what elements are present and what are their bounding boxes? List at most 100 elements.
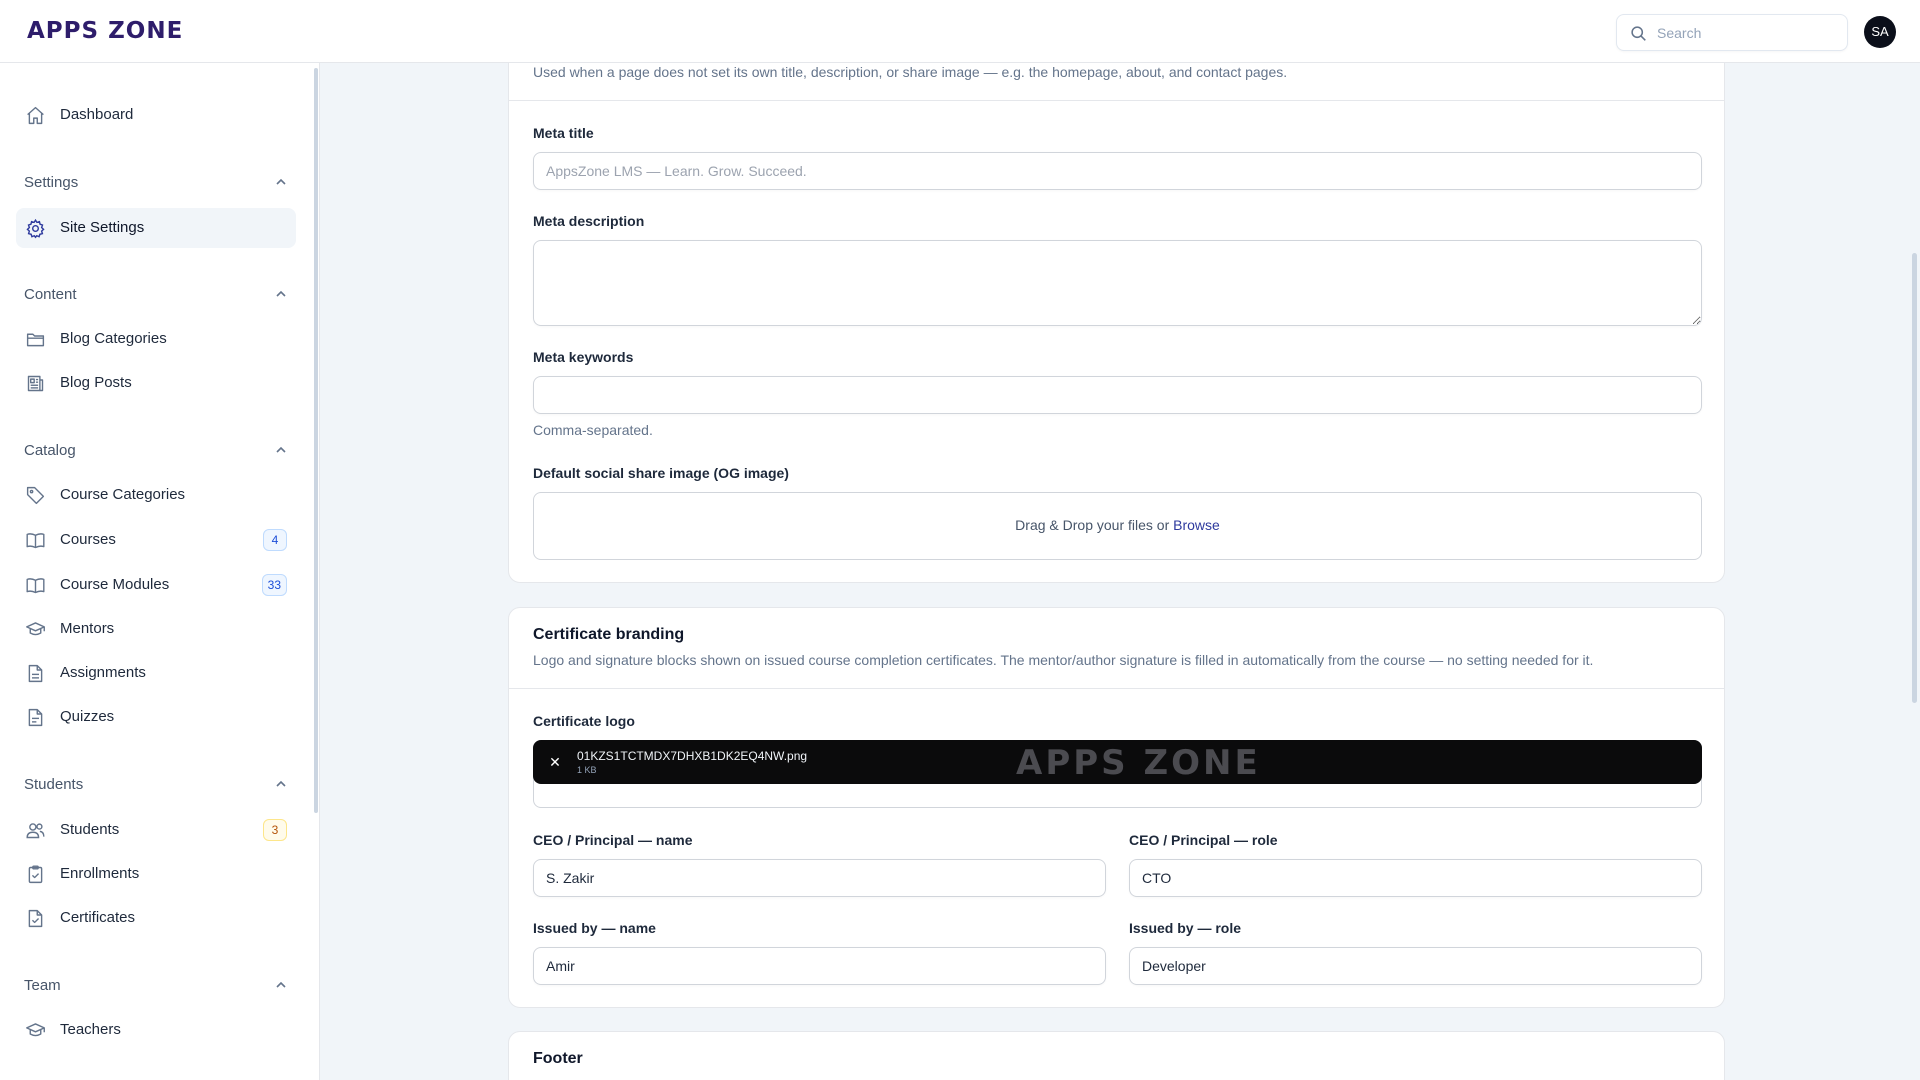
sidebar-item-label: Assignments — [60, 664, 146, 681]
group-header-students[interactable]: Students — [24, 772, 288, 796]
group-header-catalog[interactable]: Catalog — [24, 438, 288, 462]
document-check-icon — [28, 909, 43, 928]
sidebar-item-label: Quizzes — [60, 708, 115, 725]
og-image-dropzone[interactable]: Drag & Drop your files or Browse — [533, 492, 1702, 560]
ceo-name-label: CEO / Principal — name — [533, 832, 693, 848]
count-badge: 3 — [263, 819, 287, 841]
search-input[interactable] — [1657, 15, 1842, 50]
sidebar-item-dashboard[interactable]: Dashboard — [16, 95, 296, 135]
group-label: Team — [24, 977, 61, 994]
sidebar-item-label: Students — [60, 821, 120, 838]
global-search[interactable] — [1616, 14, 1848, 51]
users-icon — [26, 823, 45, 839]
seo-defaults-card: Used when a page does not set its own ti… — [508, 20, 1725, 583]
top-bar: APPS ZONE SA — [0, 0, 1920, 63]
sidebar-item-label: Certificates — [60, 909, 136, 926]
sidebar-item-label: Teachers — [60, 1021, 121, 1038]
document-icon — [28, 708, 43, 727]
group-header-team[interactable]: Team — [24, 973, 288, 997]
newspaper-icon — [27, 375, 44, 392]
browse-link[interactable]: Browse — [1173, 517, 1220, 533]
section-title: Footer — [533, 1050, 583, 1067]
ceo-role-label: CEO / Principal — role — [1129, 832, 1278, 848]
divider — [509, 688, 1724, 689]
sidebar-item-label: Dashboard — [60, 106, 134, 123]
graduation-cap-icon — [26, 1023, 45, 1037]
remove-file-button[interactable]: ✕ — [545, 752, 565, 772]
chevron-up-icon — [276, 290, 286, 297]
search-icon — [1631, 26, 1646, 41]
issued-role-label: Issued by — role — [1129, 920, 1242, 936]
sidebar-item-blog-categories[interactable]: Blog Categories — [16, 319, 296, 359]
sidebar-item-label: Enrollments — [60, 865, 140, 882]
sidebar-item-label: Blog Posts — [60, 374, 132, 391]
uploaded-file: ✕ 01KZS1TCTMDX7DHXB1DK2EQ4NW.png 1 KB AP… — [533, 740, 1702, 784]
tag-icon — [26, 486, 45, 505]
meta-title-input[interactable] — [533, 152, 1702, 190]
chevron-up-icon — [276, 981, 286, 988]
group-header-content[interactable]: Content — [24, 282, 288, 306]
sidebar-item-certificates[interactable]: Certificates — [16, 898, 296, 938]
sidebar-scrollbar[interactable] — [314, 68, 318, 813]
sidebar-item-label: Blog Categories — [60, 330, 167, 347]
issued-role-input[interactable] — [1129, 947, 1702, 985]
meta-description-label: Meta description — [533, 213, 645, 229]
sidebar-item-label: Site Settings — [60, 219, 145, 236]
document-icon — [28, 664, 43, 683]
meta-keywords-label: Meta keywords — [533, 349, 634, 365]
home-icon — [27, 106, 44, 125]
og-image-label: Default social share image (OG image) — [533, 465, 789, 481]
count-badge: 4 — [263, 529, 287, 551]
chevron-up-icon — [276, 178, 286, 185]
sidebar-item-site-settings[interactable]: Site Settings — [16, 208, 296, 248]
sidebar-item-mentors[interactable]: Mentors — [16, 609, 296, 649]
ceo-role-input[interactable] — [1129, 859, 1702, 897]
footer-settings-card: Footer — [508, 1031, 1725, 1080]
book-open-icon — [26, 533, 45, 549]
sidebar-item-quizzes[interactable]: Quizzes — [16, 697, 296, 737]
sidebar-item-label: Course Categories — [60, 486, 186, 503]
folder-icon — [26, 333, 45, 347]
clipboard-check-icon — [28, 865, 43, 884]
meta-title-label: Meta title — [533, 125, 594, 141]
section-description: Used when a page does not set its own ti… — [533, 64, 1288, 80]
section-title: Certificate branding — [533, 626, 685, 643]
dropzone-instructions: Drag & Drop your files or — [1015, 517, 1170, 533]
meta-keywords-help: Comma-separated. — [533, 422, 653, 438]
meta-keywords-input[interactable] — [533, 376, 1702, 414]
file-size: 1 KB — [577, 765, 597, 775]
certificate-logo-label: Certificate logo — [533, 713, 635, 729]
sidebar-item-assignments[interactable]: Assignments — [16, 653, 296, 693]
group-label: Students — [24, 776, 84, 793]
certificate-logo-upload[interactable]: ✕ 01KZS1TCTMDX7DHXB1DK2EQ4NW.png 1 KB AP… — [533, 740, 1702, 808]
sidebar-item-students[interactable]: Students 3 — [16, 810, 296, 850]
meta-description-input[interactable] — [533, 240, 1702, 326]
chevron-up-icon — [276, 780, 286, 787]
sidebar-item-teachers[interactable]: Teachers — [16, 1010, 296, 1050]
sidebar-item-courses[interactable]: Courses 4 — [16, 520, 296, 560]
user-avatar[interactable]: SA — [1864, 16, 1896, 48]
book-open-icon — [26, 578, 45, 594]
sidebar-item-blog-posts[interactable]: Blog Posts — [16, 363, 296, 403]
main-scrollbar[interactable] — [1912, 253, 1917, 703]
app-logo[interactable]: APPS ZONE — [27, 18, 183, 44]
group-label: Content — [24, 286, 77, 303]
group-header-settings[interactable]: Settings — [24, 170, 288, 194]
count-badge: 33 — [261, 574, 287, 596]
sidebar-item-enrollments[interactable]: Enrollments — [16, 854, 296, 894]
sidebar-item-label: Courses — [60, 531, 116, 548]
sidebar: Dashboard Settings Site Settings Content… — [0, 63, 320, 1080]
ceo-name-input[interactable] — [533, 859, 1106, 897]
graduation-cap-icon — [26, 622, 45, 636]
issued-name-input[interactable] — [533, 947, 1106, 985]
file-name: 01KZS1TCTMDX7DHXB1DK2EQ4NW.png — [577, 749, 808, 763]
issued-name-label: Issued by — name — [533, 920, 656, 936]
logo-preview: APPS ZONE — [1016, 743, 1261, 783]
chevron-up-icon — [276, 446, 286, 453]
certificate-branding-card: Certificate branding Logo and signature … — [508, 607, 1725, 1008]
sidebar-item-course-modules[interactable]: Course Modules 33 — [16, 565, 296, 605]
group-label: Catalog — [24, 442, 76, 459]
group-label: Settings — [24, 174, 79, 191]
sidebar-item-course-categories[interactable]: Course Categories — [16, 475, 296, 515]
gear-icon — [26, 218, 45, 239]
